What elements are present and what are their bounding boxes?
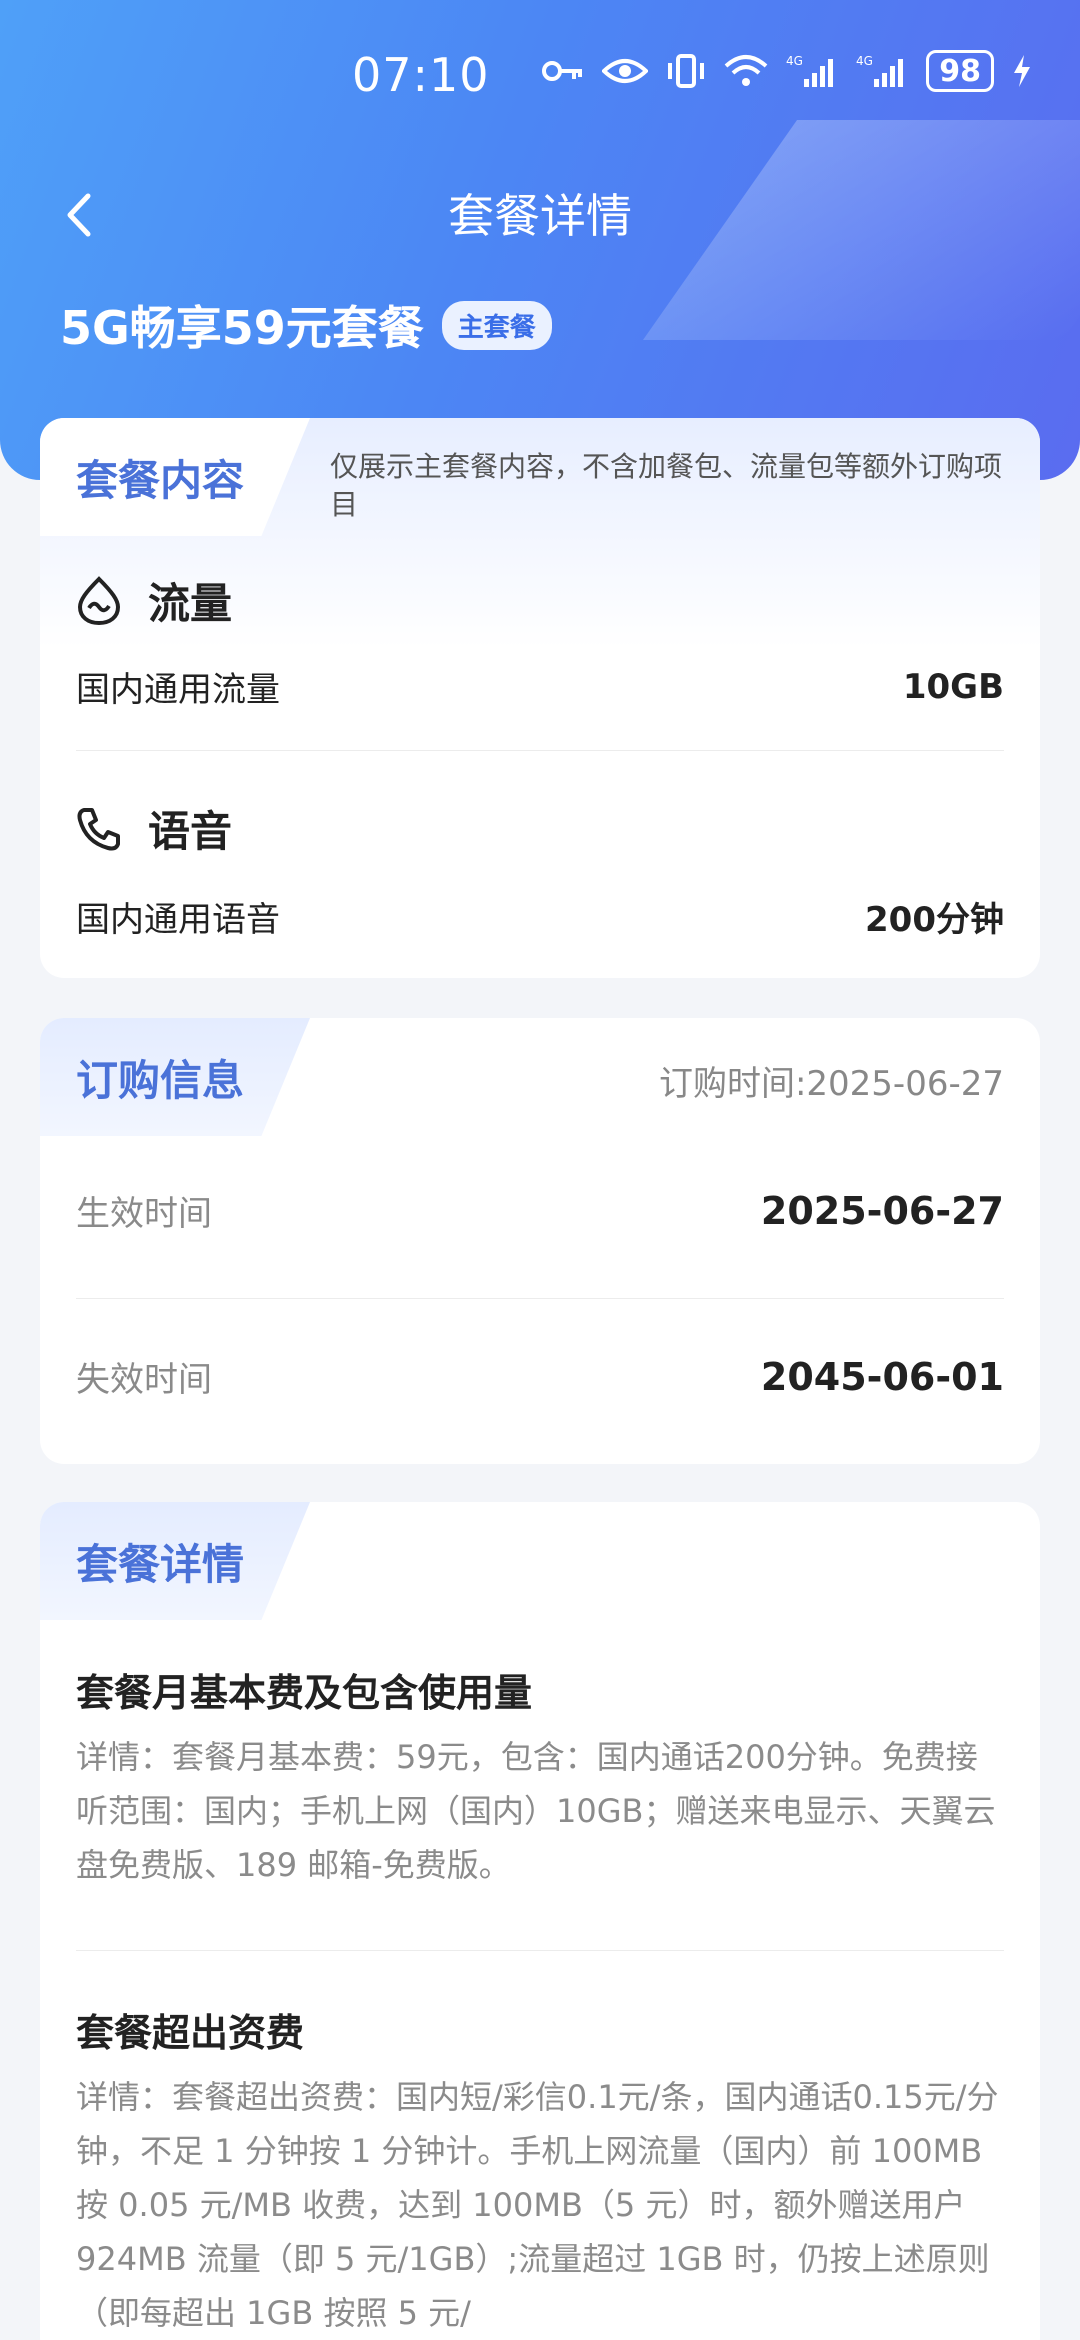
- plan-badge: 主套餐: [441, 300, 552, 350]
- battery-indicator: 98: [926, 50, 994, 92]
- effective-value: 2025-06-27: [760, 1188, 1004, 1233]
- order-info-card: 订购信息 订购时间:2025-06-27 生效时间 2025-06-27 失效时…: [40, 1018, 1040, 1464]
- expire-row: 失效时间 2045-06-01: [76, 1352, 1004, 1401]
- svg-text:4G: 4G: [856, 54, 873, 68]
- vibrate-icon: [668, 54, 705, 88]
- signal-4g-icon: 4G: [856, 54, 904, 87]
- package-note: 仅展示主套餐内容，不含加餐包、流量包等额外订购项目: [330, 450, 1003, 521]
- effective-label: 生效时间: [76, 1194, 212, 1234]
- tab-plan-details: 套餐详情: [40, 1502, 311, 1620]
- signal-4g-icon: 4G: [786, 54, 834, 87]
- plan-details-card: 套餐详情 套餐月基本费及包含使用量 详情：套餐月基本费：59元，包含：国内通话2…: [40, 1502, 1040, 2340]
- data-section-title: 流量: [76, 570, 232, 631]
- package-content-card: 套餐内容 仅展示主套餐内容，不含加餐包、流量包等额外订购项目 流量 国内通用流量…: [40, 418, 1040, 978]
- order-time: 订购时间:2025-06-27: [658, 1064, 1004, 1104]
- nav-bar: 套餐详情: [0, 160, 1080, 270]
- key-icon: [542, 61, 583, 81]
- voice-label: 国内通用语音: [76, 900, 280, 940]
- plan-header: 5G畅享59元套餐 主套餐: [60, 292, 552, 358]
- eye-icon: [602, 59, 649, 83]
- status-icons: 4G 4G 98: [542, 50, 1032, 92]
- data-drop-icon: [77, 575, 121, 625]
- divider: [76, 1298, 1004, 1299]
- phone-icon: [77, 807, 120, 850]
- tab-order-info: 订购信息: [40, 1018, 311, 1136]
- charging-icon: [1014, 55, 1030, 87]
- card-header: 套餐详情: [40, 1502, 1040, 1620]
- voice-section-title: 语音: [76, 798, 232, 859]
- status-bar: 07:10 4G 4G 98: [0, 0, 1080, 160]
- divider: [76, 750, 1004, 751]
- tab-package-content: 套餐内容: [40, 418, 311, 536]
- divider: [76, 1950, 1004, 1951]
- voice-value: 200分钟: [865, 900, 1004, 940]
- data-label: 国内通用流量: [76, 670, 280, 710]
- data-value: 10GB: [902, 666, 1004, 707]
- status-time: 07:10: [352, 48, 490, 102]
- effective-row: 生效时间 2025-06-27: [76, 1186, 1004, 1235]
- card-header: 套餐内容 仅展示主套餐内容，不含加餐包、流量包等额外订购项目: [40, 418, 1040, 536]
- voice-title: 语音: [148, 807, 233, 856]
- detail-title: 套餐超出资费: [76, 2011, 305, 2055]
- expire-value: 2045-06-01: [760, 1354, 1004, 1399]
- data-title: 流量: [148, 579, 233, 628]
- detail-text: 详情：套餐超出资费：国内短/彩信0.1元/条，国内通话0.15元/分钟，不足 1…: [76, 2078, 999, 2332]
- svg-text:4G: 4G: [786, 54, 803, 68]
- card-header: 订购信息 订购时间:2025-06-27: [40, 1018, 1040, 1136]
- wifi-icon: [724, 55, 768, 86]
- voice-row: 国内通用语音 200分钟: [76, 892, 1004, 941]
- detail-text: 详情：套餐月基本费：59元，包含：国内通话200分钟。免费接听范围：国内；手机上…: [76, 1738, 996, 1884]
- detail-title: 套餐月基本费及包含使用量: [76, 1671, 533, 1715]
- plan-name: 5G畅享59元套餐: [60, 301, 424, 355]
- data-row: 国内通用流量 10GB: [76, 662, 1004, 711]
- expire-label: 失效时间: [76, 1360, 212, 1400]
- page-title: 套餐详情: [448, 189, 632, 243]
